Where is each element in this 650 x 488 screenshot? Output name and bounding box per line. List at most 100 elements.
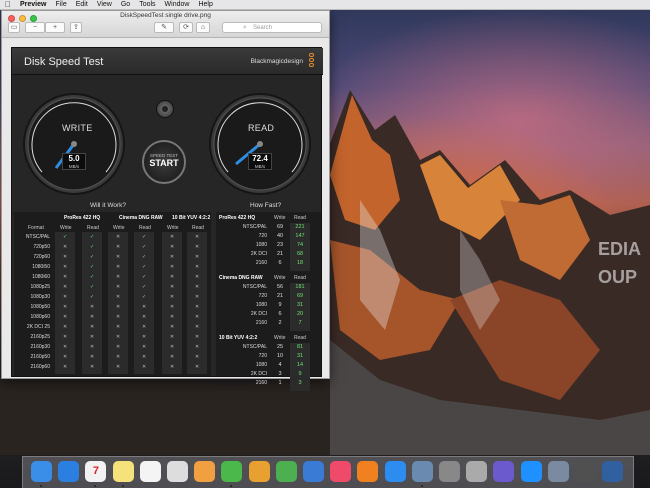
cross-icon: ✕ bbox=[142, 304, 147, 310]
camera-tool-icon[interactable] bbox=[602, 461, 624, 482]
cross-icon: ✕ bbox=[170, 354, 175, 360]
cross-icon: ✕ bbox=[90, 324, 95, 330]
photos-icon[interactable] bbox=[194, 461, 216, 482]
cross-icon: ✕ bbox=[170, 294, 175, 300]
brand-logo: Blackmagicdesign bbox=[250, 58, 303, 65]
imovie-icon[interactable] bbox=[493, 461, 515, 482]
photos-viewer-icon[interactable] bbox=[167, 461, 188, 482]
ibooks-icon[interactable] bbox=[357, 461, 379, 482]
cross-icon: ✕ bbox=[63, 344, 68, 350]
menu-go[interactable]: Go bbox=[121, 1, 130, 8]
settings-gear-icon[interactable] bbox=[156, 100, 174, 118]
search-icon: ⌕ bbox=[243, 24, 247, 31]
cross-icon: ✕ bbox=[63, 314, 68, 320]
read-fps: 74 bbox=[296, 242, 304, 248]
safari-icon[interactable] bbox=[58, 461, 80, 482]
read-fps: 181 bbox=[295, 284, 305, 290]
app-store-icon[interactable] bbox=[384, 461, 406, 482]
cross-icon: ✕ bbox=[63, 264, 68, 270]
how-fast-row-label: 2160 bbox=[255, 260, 267, 266]
itunes-icon[interactable] bbox=[330, 461, 352, 482]
cross-icon: ✕ bbox=[142, 364, 147, 370]
zoom-out-icon[interactable]: − bbox=[25, 22, 45, 33]
read-fps: 81 bbox=[296, 344, 304, 350]
markup-pen-icon[interactable]: ✎ bbox=[154, 22, 174, 33]
format-row-label: 2K DCI 25 bbox=[26, 324, 50, 330]
running-indicator bbox=[121, 485, 124, 487]
how-fast-row-label: 2160 bbox=[255, 320, 267, 326]
how-fast-section-title: Cinema DNG RAW bbox=[219, 275, 263, 281]
check-icon: ✓ bbox=[142, 254, 147, 260]
zoom-in-icon[interactable]: + bbox=[45, 22, 65, 33]
format-header: Format bbox=[28, 225, 44, 231]
toolbox-icon[interactable]: ⌂ bbox=[196, 22, 210, 33]
cross-icon: ✕ bbox=[63, 244, 68, 250]
start-button[interactable]: SPEED TEST START bbox=[142, 140, 186, 184]
format-row-label: 2160p60 bbox=[30, 364, 50, 370]
format-row-label: 2160p25 bbox=[30, 334, 50, 340]
share-icon[interactable]: ⇪ bbox=[70, 22, 82, 33]
cross-icon: ✕ bbox=[195, 324, 200, 330]
watermark-text: EDIA OUP bbox=[598, 239, 642, 287]
cross-icon: ✕ bbox=[63, 284, 68, 290]
menu-window[interactable]: Window bbox=[165, 1, 190, 8]
how-fast-section-title: 10 Bit YUV 4:2:2 bbox=[219, 335, 258, 341]
write-read-header: Read bbox=[87, 225, 99, 231]
cross-icon: ✕ bbox=[116, 294, 121, 300]
cross-icon: ✕ bbox=[116, 364, 121, 370]
read-fps: 31 bbox=[296, 302, 304, 308]
check-icon: ✓ bbox=[90, 264, 95, 270]
rotate-icon[interactable]: ⟳ bbox=[179, 22, 193, 33]
write-fps: 3 bbox=[278, 371, 282, 377]
reminders-icon[interactable] bbox=[139, 461, 161, 482]
menu-tools[interactable]: Tools bbox=[139, 1, 155, 8]
preview-icon[interactable] bbox=[411, 461, 433, 482]
format-row-label: 2160p50 bbox=[30, 354, 50, 360]
apple-menu-icon[interactable]:  bbox=[5, 0, 11, 9]
write-read-header: Read bbox=[294, 215, 306, 221]
directory-utility-icon[interactable] bbox=[466, 461, 488, 482]
how-fast-row-label: 1080 bbox=[255, 302, 267, 308]
calendar-icon[interactable]: 7 bbox=[85, 461, 107, 482]
write-read-header: Write bbox=[167, 225, 179, 231]
window-titlebar: DiskSpeedTest single drive.png ▭ − + ⇪ ✎… bbox=[2, 11, 329, 38]
write-fps: 1 bbox=[278, 380, 282, 386]
check-icon: ✓ bbox=[90, 234, 95, 240]
menu-help[interactable]: Help bbox=[198, 1, 212, 8]
check-icon: ✓ bbox=[142, 234, 147, 240]
screen-capture-icon[interactable] bbox=[575, 461, 596, 482]
menu-edit[interactable]: Edit bbox=[76, 1, 88, 8]
menu-view[interactable]: View bbox=[97, 1, 112, 8]
teamviewer-icon[interactable] bbox=[520, 461, 542, 482]
format-row-label: 2160p30 bbox=[30, 344, 50, 350]
format-row-label: 1080p30 bbox=[30, 294, 50, 300]
messages-icon[interactable] bbox=[221, 461, 243, 482]
system-preferences-icon[interactable] bbox=[439, 461, 460, 482]
cross-icon: ✕ bbox=[63, 364, 68, 370]
photo-tool-icon[interactable] bbox=[547, 461, 569, 482]
check-icon: ✓ bbox=[142, 294, 147, 300]
write-read-header: Write bbox=[60, 225, 72, 231]
cross-icon: ✕ bbox=[195, 334, 200, 340]
notes-icon[interactable] bbox=[112, 461, 134, 482]
menu-file[interactable]: File bbox=[55, 1, 66, 8]
preview-window: DiskSpeedTest single drive.png ▭ − + ⇪ ✎… bbox=[1, 10, 330, 391]
keynote-icon[interactable] bbox=[303, 461, 324, 482]
read-value: 72.4 MB/s bbox=[248, 153, 272, 170]
cross-icon: ✕ bbox=[170, 254, 175, 260]
running-indicator bbox=[420, 485, 423, 487]
search-input[interactable]: ⌕ Search bbox=[222, 22, 322, 33]
check-icon: ✓ bbox=[90, 294, 95, 300]
read-fps: 18 bbox=[296, 260, 304, 266]
write-fps: 40 bbox=[276, 233, 284, 239]
pages-icon[interactable] bbox=[248, 461, 270, 482]
window-title: DiskSpeedTest single drive.png bbox=[120, 12, 211, 19]
finder-icon[interactable] bbox=[31, 461, 52, 482]
numbers-icon[interactable] bbox=[275, 461, 297, 482]
cross-icon: ✕ bbox=[170, 244, 175, 250]
sidebar-toggle-icon[interactable]: ▭ bbox=[8, 22, 20, 33]
read-fps: 69 bbox=[296, 293, 304, 299]
menu-preview[interactable]: Preview bbox=[20, 1, 46, 8]
cross-icon: ✕ bbox=[195, 244, 200, 250]
check-icon: ✓ bbox=[90, 254, 95, 260]
